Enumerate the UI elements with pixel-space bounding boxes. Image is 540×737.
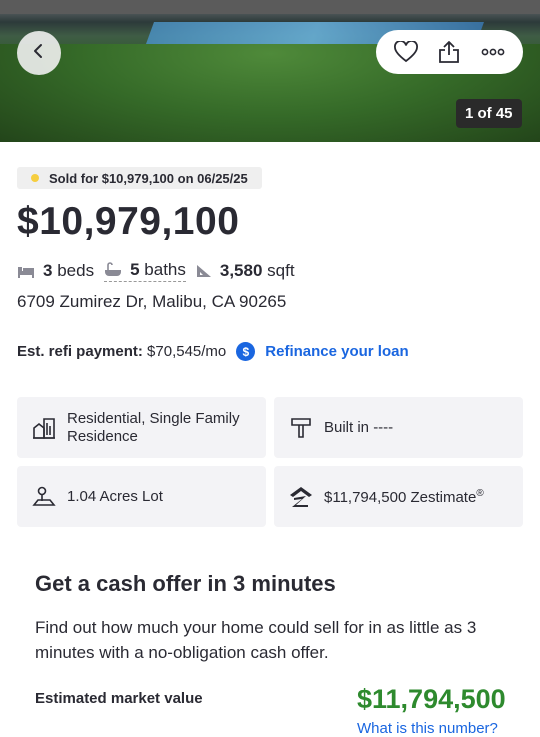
fact-card-built: Built in ---- [274,397,523,458]
home-facts: 3 beds 5 baths 3,580 sqft [17,259,305,283]
share-icon [439,41,460,63]
sqft-fact: 3,580 sqft [196,261,295,281]
beds-label: beds [57,261,95,280]
bath-icon [104,262,122,278]
refi-label: Est. refi payment: [17,343,143,360]
heart-icon [393,41,418,63]
bed-icon [17,264,35,278]
lot-pin-icon [31,484,57,510]
dollar-icon: $ [236,342,256,361]
status-text: Sold for $10,979,100 on 06/25/25 [49,170,248,186]
beds-fact: 3 beds [17,261,94,281]
baths-count: 5 [130,260,140,279]
built-text: Built in ---- [324,419,394,436]
beds-count: 3 [43,261,53,280]
photo-counter[interactable]: 1 of 45 [456,99,522,128]
cash-offer-title: Get a cash offer in 3 minutes [35,571,336,596]
status-badge: Sold for $10,979,100 on 06/25/25 [17,167,262,189]
zestimate-value: $11,794,500 Zestimate [324,488,477,506]
refinance-link[interactable]: Refinance your loan [265,343,408,360]
lot-text: 1.04 Acres Lot [67,488,163,505]
listing-price: $10,979,100 [17,200,240,243]
listing-address: 6709 Zumirez Dr, Malibu, CA 90265 [17,292,287,311]
fact-card-lot: 1.04 Acres Lot [17,466,266,527]
refi-value: $70,545/mo [147,343,227,360]
sqft-label: sqft [267,261,295,280]
sqft-count: 3,580 [219,261,263,280]
estimated-market-value: $11,794,500 [357,684,506,714]
more-options-button[interactable] [475,34,511,70]
ruler-triangle-icon [196,264,212,278]
more-icon [481,48,505,56]
status-dot [31,174,39,182]
zillow-logo-icon [288,484,314,510]
what-is-this-number-link[interactable]: What is this number? [357,720,498,737]
back-button[interactable] [17,31,61,75]
registered-mark: ® [476,487,484,499]
save-home-button[interactable] [388,34,424,70]
refi-row: Est. refi payment: $70,545/mo $ Refinanc… [17,342,409,361]
baths-fact[interactable]: 5 baths [104,260,186,282]
estimated-market-value-label: Estimated market value [35,690,203,707]
photo-actions [376,30,523,74]
cash-offer-description: Find out how much your home could sell f… [35,618,477,662]
share-button[interactable] [431,34,467,70]
chevron-left-icon [31,43,47,64]
fact-card-zestimate[interactable]: $11,794,500 Zestimate® [274,466,523,527]
photo-roofline [0,0,540,14]
zestimate-text: $11,794,500 Zestimate® [324,488,484,506]
baths-label: baths [144,260,186,279]
hammer-icon [288,415,314,441]
home-type-text: Residential, Single Family Residence [67,409,240,445]
building-icon [31,415,57,441]
fact-card-type: Residential, Single Family Residence [17,397,266,458]
